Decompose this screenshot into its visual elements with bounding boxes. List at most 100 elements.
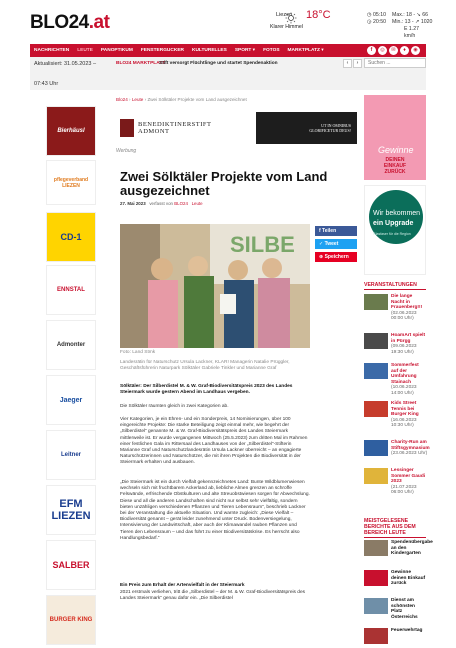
ad-pflegeverband[interactable]: pflegeverband LIEZEN bbox=[46, 160, 96, 205]
article-author[interactable]: BLO24 bbox=[174, 201, 188, 206]
most-read-thumb bbox=[364, 628, 388, 644]
ad-ennstal[interactable]: ENNSTAL bbox=[46, 265, 96, 315]
banner-motto-2: GLORIFICETUR DEUS! bbox=[309, 128, 351, 133]
article-title: Zwei Sölktäler Projekte vom Land ausgeze… bbox=[120, 169, 328, 198]
event-thumb bbox=[364, 468, 388, 484]
event-item[interactable]: Kids Street Tennis bei Burger King (16.06… bbox=[364, 401, 426, 429]
search-input[interactable] bbox=[364, 58, 426, 68]
events-title: VERANSTALTUNGEN bbox=[364, 282, 426, 290]
most-read-title-text: Gewinne deinen Einkauf zurück bbox=[391, 570, 426, 587]
ad-gewinne[interactable]: Gewinne DEINEN EINKAUF ZURÜCK bbox=[364, 95, 426, 180]
rss-icon[interactable]: ♦ bbox=[400, 46, 409, 55]
ad-upgrade-line2: ein Upgrade bbox=[373, 220, 414, 227]
most-read-item[interactable]: Dienst am schönsten Platz Österreichs bbox=[364, 598, 426, 620]
most-read-title-text: Spendenübergabe an den Kindergarten bbox=[391, 540, 433, 557]
wind-unit: km/h bbox=[404, 33, 416, 39]
nav-item-marktplatz[interactable]: MARKTPLATZ ▾ bbox=[284, 48, 328, 53]
feed-icon[interactable]: ◉ bbox=[411, 46, 420, 55]
event-title: Charity-Run am Stiftsgymnasium bbox=[391, 440, 430, 451]
most-read-item[interactable]: Feuerwehrtag bbox=[364, 628, 426, 644]
sunrise-icon: ◷ bbox=[367, 12, 372, 18]
nav-item-panoptikum[interactable]: PANOPTIKUM bbox=[97, 48, 137, 53]
photo-credit: Foto: Land Stmk bbox=[120, 350, 156, 355]
weather-condition: Klarer Himmel bbox=[270, 24, 303, 30]
temperature: 18°C bbox=[306, 9, 331, 21]
ad-label: Werbung bbox=[116, 148, 137, 154]
most-read-thumb bbox=[364, 570, 388, 586]
main-nav: NACHRICHTEN LEUTE PANOPTIKUM FENSTERGUCK… bbox=[30, 44, 426, 57]
instagram-icon[interactable]: ◎ bbox=[378, 46, 387, 55]
ad-admonter[interactable]: Admonter bbox=[46, 320, 96, 370]
share-pinterest-button[interactable]: ⊕ Speichern bbox=[315, 252, 357, 262]
event-item[interactable]: Die lange Nacht in Frauenberg!!! (02.06.2… bbox=[364, 294, 426, 322]
ad-upgrade[interactable]: Wir bekommen ein Upgrade Glasfaser für d… bbox=[364, 185, 426, 275]
ad-cd1[interactable]: CD-1 bbox=[46, 212, 96, 262]
ticker-prev-icon[interactable]: ‹ bbox=[343, 59, 352, 68]
ad-efm[interactable]: EFM LIEZEN bbox=[46, 485, 96, 535]
breadcrumb: Blo24 › Leute › Zwei Sölktäler Projekte … bbox=[116, 97, 247, 102]
event-item[interactable]: Charity-Run am Stiftsgymnasium (23.06.202… bbox=[364, 440, 430, 457]
event-item[interactable]: Lessinger Sommer Gaudi 2023 (21.07.2023 0… bbox=[364, 468, 426, 496]
mail-icon[interactable]: ✉ bbox=[389, 46, 398, 55]
event-title: Die lange Nacht in Frauenberg!!! bbox=[391, 294, 423, 311]
page: BLO24.at Liezen Klarer Himmel 18°C ◷ 05:… bbox=[0, 0, 456, 648]
most-read-title-text: Feuerwehrtag bbox=[391, 628, 423, 633]
article-photo[interactable]: SILBE bbox=[120, 224, 310, 348]
breadcrumb-current: Zwei Sölktäler Projekte vom Land ausgeze… bbox=[147, 97, 247, 102]
nav-item-fotos[interactable]: FOTOS bbox=[259, 48, 283, 53]
site-logo[interactable]: BLO24.at bbox=[30, 12, 110, 34]
event-date: (16.06.2023 10:30 Uhr) bbox=[391, 417, 417, 429]
sunrise-time: 05:10 bbox=[372, 12, 386, 18]
weather-stats: ◷ 05:10 ◶ 20:50 bbox=[367, 12, 386, 26]
breadcrumb-section[interactable]: Leute bbox=[132, 97, 144, 102]
breadcrumb-home[interactable]: Blo24 bbox=[116, 97, 128, 102]
article-meta: 27. Mai 2023 verfasst von BLO24 Leute bbox=[120, 201, 203, 206]
event-date: (21.07.2023 06:00 Uhr) bbox=[391, 484, 417, 496]
event-title: Sommerfest auf der Umfahrung Stainach bbox=[391, 363, 419, 385]
event-item[interactable]: Sommerfest auf der Umfahrung Stainach (10… bbox=[364, 363, 426, 397]
most-read-item[interactable]: Spendenübergabe an den Kindergarten bbox=[364, 540, 433, 557]
nav-item-sport[interactable]: SPORT ▾ bbox=[231, 48, 259, 53]
logo-main: BLO24 bbox=[30, 12, 89, 33]
event-thumb bbox=[364, 333, 388, 349]
most-read-item[interactable]: Gewinne deinen Einkauf zurück bbox=[364, 570, 426, 587]
ad-leitner[interactable]: Leitner bbox=[46, 430, 96, 480]
event-item[interactable]: HoamArt spielt in Pürgg (09.06.2023 19:30… bbox=[364, 333, 426, 355]
article-lead: Sölktäler: Der Silberdistel M. & W. Graf… bbox=[120, 384, 293, 396]
most-read-thumb bbox=[364, 598, 388, 614]
nav-item-kulturelles[interactable]: KULTURELLES bbox=[188, 48, 231, 53]
ticker-next-icon[interactable]: › bbox=[353, 59, 362, 68]
share-twitter-button[interactable]: ✓ Tweet bbox=[315, 239, 357, 249]
share-facebook-button[interactable]: f Teilen bbox=[315, 226, 357, 236]
nav-item-nachrichten[interactable]: NACHRICHTEN bbox=[30, 48, 73, 53]
article-subheading: Ein Preis zum Erhalt der Artenvielfalt i… bbox=[120, 583, 245, 588]
banner-place: ADMONT bbox=[138, 128, 170, 135]
updated-label: Aktualisiert: 31.05.2023 – bbox=[34, 61, 97, 67]
social-icons: f ◎ ✉ ♦ ◉ bbox=[367, 46, 420, 55]
ad-banner-admont[interactable]: BENEDIKTINERSTIFT ADMONT UT IN OMNIBUS G… bbox=[116, 112, 357, 144]
ad-salber[interactable]: SALBER bbox=[46, 540, 96, 590]
crest-icon bbox=[120, 119, 134, 137]
event-date: (09.06.2023 19:30 Uhr) bbox=[391, 344, 417, 355]
sun-icon bbox=[285, 12, 297, 24]
article-paragraph: 2021 erstmals verliehen, tritt die „Silb… bbox=[120, 590, 306, 602]
ad-jaeger[interactable]: Jaeger bbox=[46, 375, 96, 425]
ad-burger-king[interactable]: BURGER KING bbox=[46, 595, 96, 645]
article-paragraph: „Die Steiermark ist ein durch Vielfalt g… bbox=[120, 480, 310, 541]
article-category[interactable]: Leute bbox=[192, 201, 203, 206]
min-val: Min.: 13 - ↗ 1020 bbox=[392, 19, 433, 25]
ad-upgrade-line3: Glasfaser für die Region bbox=[373, 232, 411, 236]
ticker-link[interactable]: Stift versorgt Flüchtlinge und startet S… bbox=[159, 61, 278, 66]
nav-item-fenstergucker[interactable]: FENSTERGUCKER bbox=[137, 48, 188, 53]
event-thumb bbox=[364, 401, 388, 417]
ad-upgrade-line1: Wir bekommen bbox=[373, 210, 421, 217]
facebook-icon[interactable]: f bbox=[367, 46, 376, 55]
nav-item-leute[interactable]: LEUTE bbox=[73, 48, 97, 53]
author-prefix: verfasst von bbox=[149, 201, 173, 206]
event-date: (10.06.2023 14:00 Uhr) bbox=[391, 385, 417, 396]
event-thumb bbox=[364, 440, 388, 456]
max-min: Max.: 18 - ↘ 66 bbox=[392, 12, 429, 18]
sunset-icon: ◶ bbox=[367, 19, 372, 25]
ad-bierhaeusl[interactable]: Bierhäusl bbox=[46, 106, 96, 156]
most-read-title-text: Dienst am schönsten Platz Österreichs bbox=[391, 598, 418, 620]
